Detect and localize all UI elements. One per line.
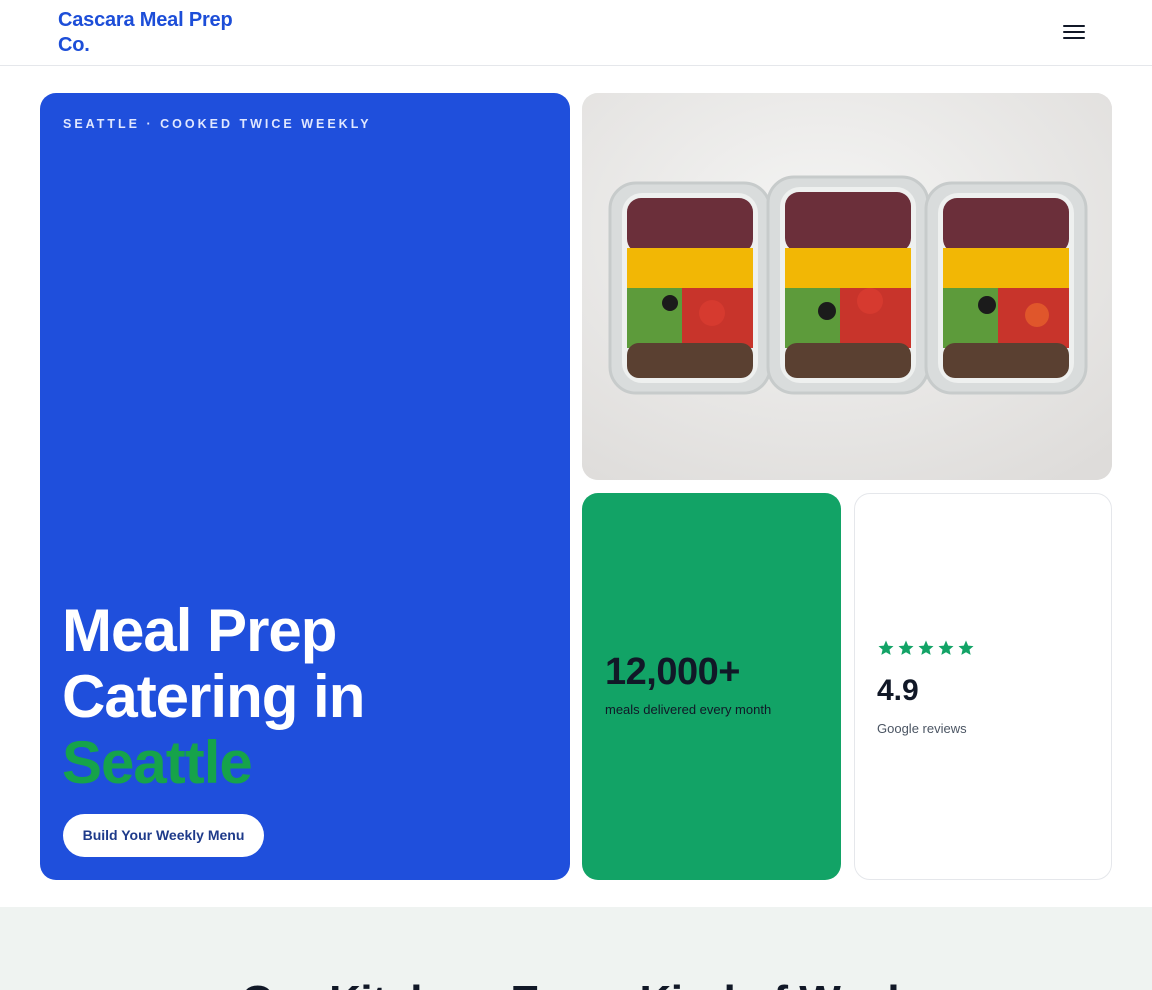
stat-label: meals delivered every month — [605, 702, 772, 717]
brand-logo[interactable]: Cascara Meal Prep Co. — [58, 8, 258, 58]
build-menu-button[interactable]: Build Your Weekly Menu — [63, 814, 264, 857]
rating-stars — [877, 639, 975, 657]
top-navbar: Cascara Meal Prep Co. — [0, 0, 1152, 66]
meal-prep-photo — [582, 93, 1112, 480]
hero-headline: Meal Prep Catering in Seattle — [62, 597, 365, 796]
container-2 — [766, 175, 930, 395]
hero-eyebrow: SEATTLE · COOKED TWICE WEEKLY — [63, 117, 372, 131]
meals-stat-card: 12,000+ meals delivered every month — [582, 493, 841, 880]
meal-prep-containers-illustration — [582, 93, 1112, 480]
star-icon — [958, 640, 974, 655]
reviews-card: 4.9 Google reviews — [854, 493, 1112, 880]
container-3 — [924, 181, 1088, 395]
star-icon — [918, 640, 934, 655]
section-title: Our Kitchen, Every Kind of Week — [0, 977, 1152, 990]
headline-accent: Seattle — [62, 729, 253, 796]
rating-value: 4.9 — [877, 674, 919, 707]
headline-line-1: Meal Prep — [62, 597, 337, 664]
star-icon — [938, 640, 954, 655]
container-1 — [608, 181, 772, 395]
rating-source-label: Google reviews — [877, 721, 967, 736]
hamburger-menu-icon[interactable] — [1060, 20, 1088, 44]
star-icon — [898, 640, 914, 655]
kitchen-section: Our Kitchen, Every Kind of Week — [0, 907, 1152, 990]
hero-card: SEATTLE · COOKED TWICE WEEKLY Meal Prep … — [40, 93, 570, 880]
stat-number: 12,000+ — [605, 651, 740, 693]
star-icon — [878, 640, 894, 655]
headline-line-2: Catering in — [62, 663, 365, 730]
